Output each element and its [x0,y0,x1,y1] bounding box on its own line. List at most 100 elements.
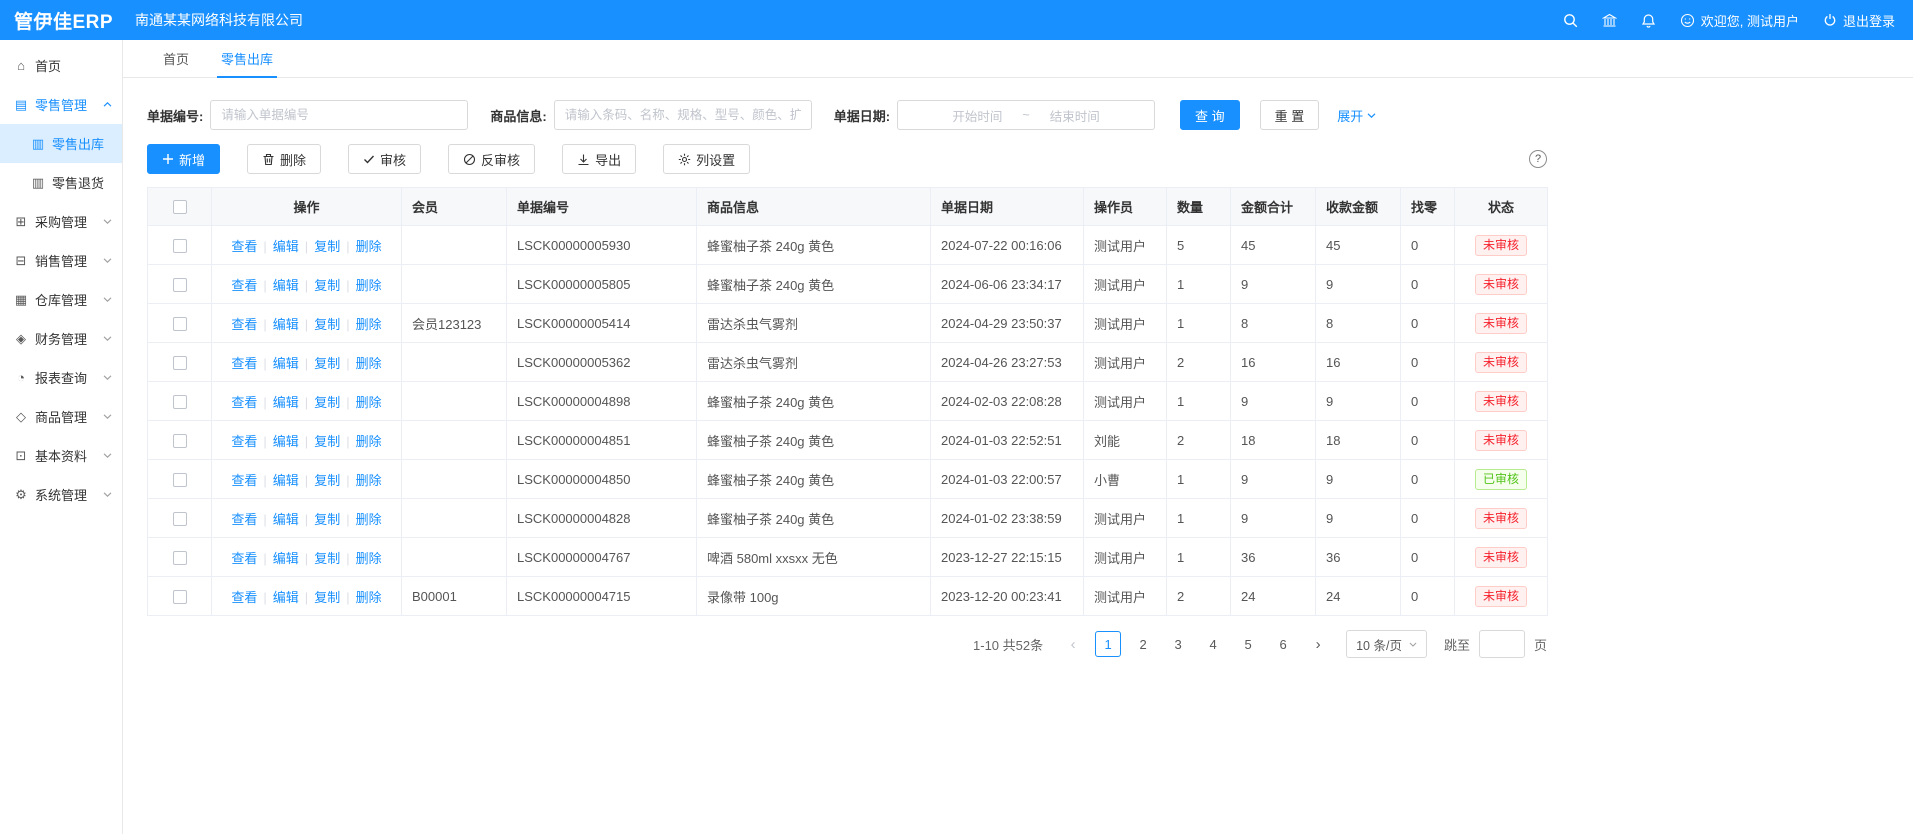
row-delete-link[interactable]: 删除 [356,317,382,332]
search-icon[interactable] [1563,13,1578,28]
bell-icon[interactable] [1641,13,1656,28]
date-range-picker[interactable]: 开始时间 ~ 结束时间 [897,100,1155,130]
row-checkbox[interactable] [173,551,187,565]
sidebar-item-purchase[interactable]: ⊞ 采购管理 [0,202,122,241]
row-checkbox[interactable] [173,590,187,604]
unaudit-button[interactable]: 反审核 [448,144,535,174]
copy-link[interactable]: 复制 [314,317,340,332]
sidebar-item-finance[interactable]: ◈ 财务管理 [0,319,122,358]
prev-page-button[interactable]: ‹ [1060,631,1086,657]
row-checkbox[interactable] [173,434,187,448]
sidebar-item-basedata[interactable]: ⊡ 基本资料 [0,436,122,475]
page-button-3[interactable]: 3 [1165,631,1191,657]
copy-link[interactable]: 复制 [314,356,340,371]
add-button[interactable]: 新增 [147,144,220,174]
select-all-checkbox[interactable] [173,200,187,214]
view-link[interactable]: 查看 [231,317,257,332]
view-link[interactable]: 查看 [231,473,257,488]
copy-link[interactable]: 复制 [314,473,340,488]
page-button-1[interactable]: 1 [1095,631,1121,657]
view-link[interactable]: 查看 [231,239,257,254]
sidebar-item-sales[interactable]: ⊟ 销售管理 [0,241,122,280]
row-checkbox[interactable] [173,356,187,370]
delete-button[interactable]: 删除 [247,144,321,174]
order-no-cell: LSCK00000004898 [507,382,697,421]
view-link[interactable]: 查看 [231,356,257,371]
row-delete-link[interactable]: 删除 [356,590,382,605]
sidebar-item-retail-out[interactable]: ▥ 零售出库 [0,124,122,163]
logout-button[interactable]: 退出登录 [1823,11,1895,30]
edit-link[interactable]: 编辑 [273,278,299,293]
reset-button[interactable]: 重 置 [1260,100,1320,130]
sidebar-item-system[interactable]: ⚙ 系统管理 [0,475,122,514]
tab-home[interactable]: 首页 [147,40,205,77]
page-button-6[interactable]: 6 [1270,631,1296,657]
sidebar-item-report[interactable]: ◔ 报表查询 [0,358,122,397]
copy-link[interactable]: 复制 [314,395,340,410]
row-delete-link[interactable]: 删除 [356,356,382,371]
retail-icon: ▤ [14,97,28,113]
search-button[interactable]: 查 询 [1180,100,1240,130]
help-icon[interactable]: ? [1529,150,1547,168]
page-button-4[interactable]: 4 [1200,631,1226,657]
column-settings-button[interactable]: 列设置 [663,144,750,174]
view-link[interactable]: 查看 [231,590,257,605]
copy-link[interactable]: 复制 [314,239,340,254]
sidebar-item-warehouse[interactable]: ▦ 仓库管理 [0,280,122,319]
row-checkbox[interactable] [173,239,187,253]
edit-link[interactable]: 编辑 [273,434,299,449]
row-delete-link[interactable]: 删除 [356,551,382,566]
date-cell: 2024-06-06 23:34:17 [931,265,1084,304]
copy-link[interactable]: 复制 [314,512,340,527]
view-link[interactable]: 查看 [231,395,257,410]
product-input[interactable] [554,100,812,130]
edit-link[interactable]: 编辑 [273,395,299,410]
chevron-down-icon [103,336,112,341]
view-link[interactable]: 查看 [231,278,257,293]
row-delete-link[interactable]: 删除 [356,434,382,449]
copy-link[interactable]: 复制 [314,590,340,605]
row-delete-link[interactable]: 删除 [356,239,382,254]
view-link[interactable]: 查看 [231,551,257,566]
row-checkbox[interactable] [173,395,187,409]
edit-link[interactable]: 编辑 [273,590,299,605]
row-delete-link[interactable]: 删除 [356,278,382,293]
order-no-input[interactable] [210,100,468,130]
sidebar-item-goods[interactable]: ◇ 商品管理 [0,397,122,436]
edit-link[interactable]: 编辑 [273,512,299,527]
page-button-5[interactable]: 5 [1235,631,1261,657]
row-checkbox[interactable] [173,278,187,292]
copy-link[interactable]: 复制 [314,551,340,566]
change-cell: 0 [1401,538,1455,577]
row-delete-link[interactable]: 删除 [356,512,382,527]
edit-link[interactable]: 编辑 [273,356,299,371]
page-size-select[interactable]: 10 条/页 [1346,630,1427,658]
row-delete-link[interactable]: 删除 [356,395,382,410]
row-checkbox[interactable] [173,512,187,526]
edit-link[interactable]: 编辑 [273,317,299,332]
row-delete-link[interactable]: 删除 [356,473,382,488]
edit-link[interactable]: 编辑 [273,551,299,566]
gear-icon [678,153,691,166]
copy-link[interactable]: 复制 [314,434,340,449]
welcome-user[interactable]: 欢迎您, 测试用户 [1680,11,1799,30]
tab-retail-out[interactable]: 零售出库 [205,40,289,77]
view-link[interactable]: 查看 [231,512,257,527]
amount-cell: 24 [1231,577,1316,616]
row-checkbox[interactable] [173,317,187,331]
edit-link[interactable]: 编辑 [273,239,299,254]
copy-link[interactable]: 复制 [314,278,340,293]
next-page-button[interactable]: › [1305,631,1331,657]
row-checkbox[interactable] [173,473,187,487]
sidebar-item-home[interactable]: ⌂ 首页 [0,46,122,85]
edit-link[interactable]: 编辑 [273,473,299,488]
audit-button[interactable]: 审核 [348,144,421,174]
jump-page-input[interactable] [1479,630,1525,658]
expand-link[interactable]: 展开 [1337,106,1376,125]
page-button-2[interactable]: 2 [1130,631,1156,657]
sidebar-item-retail[interactable]: ▤ 零售管理 [0,85,122,124]
view-link[interactable]: 查看 [231,434,257,449]
building-icon[interactable] [1602,13,1617,28]
export-button[interactable]: 导出 [562,144,636,174]
sidebar-item-retail-return[interactable]: ▥ 零售退货 [0,163,122,202]
